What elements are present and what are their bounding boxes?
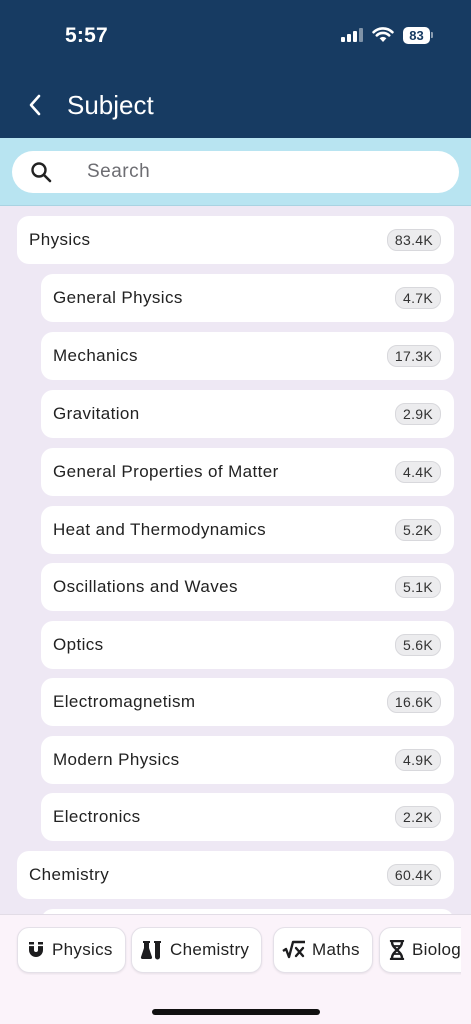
cellular-signal-icon: [341, 28, 363, 42]
count-badge: 4.7K: [395, 287, 441, 309]
topic-row[interactable]: Modern Physics 4.9K: [41, 736, 454, 784]
topic-row[interactable]: General Properties of Matter 4.4K: [41, 448, 454, 496]
battery-level: 83: [403, 26, 430, 44]
tab-label: Biolog: [412, 940, 461, 959]
tab-label: Chemistry: [170, 940, 250, 959]
count-badge: 2.2K: [395, 806, 441, 828]
subject-list[interactable]: Physics 83.4K General Physics 4.7K Mecha…: [0, 206, 471, 914]
search-bar-container: [0, 138, 471, 206]
count-badge: 4.4K: [395, 461, 441, 483]
row-label: Modern Physics: [53, 750, 180, 769]
topic-row[interactable]: General Physics 4.7K: [41, 274, 454, 322]
subject-tab-bar: Physics Chemistry Maths Biolog: [0, 914, 471, 1024]
topic-row[interactable]: Mechanics 17.3K: [41, 332, 454, 380]
count-badge: 2.9K: [395, 403, 441, 425]
row-label: Optics: [53, 635, 104, 654]
count-badge: 83.4K: [386, 229, 441, 251]
topic-row[interactable]: Gravitation 2.9K: [41, 390, 454, 438]
count-badge: 60.4K: [386, 864, 441, 886]
status-time: 5:57: [65, 24, 108, 47]
row-label: Electronics: [53, 807, 141, 826]
row-label: Mechanics: [53, 346, 138, 365]
row-label: General Physics: [53, 288, 183, 307]
count-badge: 16.6K: [386, 691, 441, 713]
tab-physics[interactable]: Physics: [17, 927, 126, 973]
magnet-icon: [29, 942, 43, 957]
row-label: Electromagnetism: [53, 692, 196, 711]
row-label: Physics: [29, 230, 91, 249]
battery-icon: 83: [403, 26, 433, 44]
count-badge: 5.1K: [395, 576, 441, 598]
topic-row[interactable]: Electromagnetism 16.6K: [41, 678, 454, 726]
tab-label: Maths: [312, 940, 360, 959]
back-button[interactable]: [20, 88, 50, 122]
search-input[interactable]: [74, 151, 434, 193]
count-badge: 5.2K: [395, 519, 441, 541]
row-label: Oscillations and Waves: [53, 577, 238, 596]
chevron-left-icon: [29, 94, 41, 116]
row-label: Gravitation: [53, 404, 140, 423]
tab-chemistry[interactable]: Chemistry: [131, 927, 263, 973]
status-icons: 83: [341, 24, 433, 46]
row-label: Chemistry: [29, 865, 110, 884]
subject-row-chemistry[interactable]: Chemistry 60.4K: [17, 851, 454, 899]
page-title: Subject: [67, 90, 154, 120]
search-box[interactable]: [12, 151, 459, 193]
topic-row[interactable]: Optics 5.6K: [41, 621, 454, 669]
tab-label: Physics: [52, 940, 113, 959]
row-label: General Properties of Matter: [53, 462, 279, 481]
count-badge: 4.9K: [395, 749, 441, 771]
count-badge: 5.6K: [395, 634, 441, 656]
topic-row[interactable]: Heat and Thermodynamics 5.2K: [41, 506, 454, 554]
flask-icon: [140, 941, 161, 960]
wifi-icon: [372, 27, 394, 42]
subject-chip-scroller[interactable]: Physics Chemistry Maths Biolog: [0, 927, 461, 975]
app-header: 5:57 83 Subject: [0, 0, 471, 138]
square-root-icon: [282, 940, 305, 959]
count-badge: 17.3K: [386, 345, 441, 367]
home-indicator: [152, 1009, 320, 1015]
dna-icon: [389, 940, 405, 960]
subject-row-physics[interactable]: Physics 83.4K: [17, 216, 454, 264]
topic-row[interactable]: Electronics 2.2K: [41, 793, 454, 841]
tab-biology[interactable]: Biolog: [379, 927, 461, 973]
row-label: Heat and Thermodynamics: [53, 520, 266, 539]
tab-maths[interactable]: Maths: [273, 927, 373, 973]
topic-row[interactable]: Oscillations and Waves 5.1K: [41, 563, 454, 611]
search-icon: [31, 162, 52, 183]
